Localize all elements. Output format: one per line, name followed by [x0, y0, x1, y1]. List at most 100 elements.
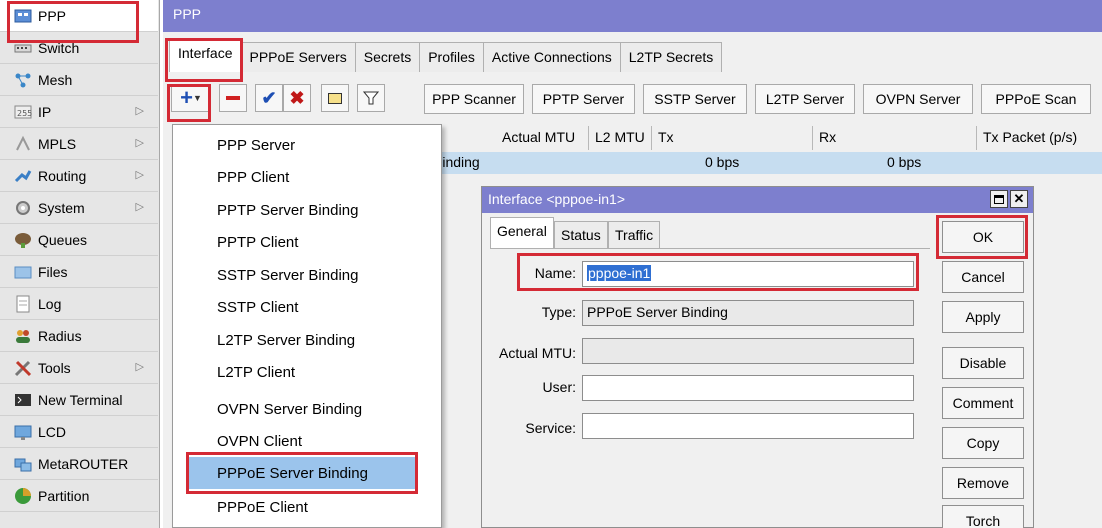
dialog-title-bar: Interface <pppoe-in1> ✕	[482, 187, 1033, 213]
menu-item-pppoe-client[interactable]: PPPoE Client	[173, 491, 441, 523]
partition-icon	[14, 487, 32, 505]
sidebar-item-label: LCD	[38, 423, 67, 440]
comment-button-dialog[interactable]: Comment	[942, 387, 1024, 419]
sidebar-item-metarouter[interactable]: MetaROUTER	[0, 448, 158, 480]
sidebar-item-ip[interactable]: 255 IP ▷	[0, 96, 158, 128]
sidebar-item-label: Tools	[38, 359, 71, 376]
enable-button[interactable]: ✔	[255, 84, 283, 112]
checkmark-icon: ✔	[261, 87, 277, 108]
sidebar-item-log[interactable]: Log	[0, 288, 158, 320]
sidebar-item-system[interactable]: System ▷	[0, 192, 158, 224]
sidebar-item-queues[interactable]: Queues	[0, 224, 158, 256]
menu-item-ovpn-server-binding[interactable]: OVPN Server Binding	[173, 393, 441, 425]
sidebar-item-lcd[interactable]: LCD	[0, 416, 158, 448]
menu-item-ovpn-client[interactable]: OVPN Client	[173, 425, 441, 457]
add-button[interactable]: + ▼	[171, 84, 211, 112]
maximize-icon	[994, 194, 1004, 204]
type-label: Type:	[541, 304, 576, 320]
ip-icon: 255	[14, 103, 32, 121]
mpls-icon	[14, 135, 32, 153]
sidebar-item-label: Routing	[38, 167, 87, 184]
sidebar-item-files[interactable]: Files	[0, 256, 158, 288]
terminal-icon	[14, 391, 32, 409]
dialog-tab-status[interactable]: Status	[554, 221, 608, 249]
menu-item-sstp-server-binding[interactable]: SSTP Server Binding	[173, 259, 441, 291]
tab-active-connections[interactable]: Active Connections	[482, 42, 621, 72]
remove-button-dialog[interactable]: Remove	[942, 467, 1024, 499]
torch-button[interactable]: Torch	[942, 505, 1024, 528]
disable-button-dialog[interactable]: Disable	[942, 347, 1024, 379]
tab-divider	[490, 248, 930, 249]
pppoe-scan-button[interactable]: PPPoE Scan	[981, 84, 1091, 114]
files-icon	[14, 263, 32, 281]
column-header-l2-mtu[interactable]: L2 MTU	[589, 126, 652, 150]
apply-button[interactable]: Apply	[942, 301, 1024, 333]
sidebar-item-switch[interactable]: Switch	[0, 32, 158, 64]
name-field[interactable]: pppoe-in1	[582, 261, 914, 287]
table-row[interactable]: Binding 0 bps 0 bps	[433, 152, 1102, 174]
column-header-tx[interactable]: Tx	[652, 126, 813, 150]
sidebar-item-label: Log	[38, 295, 62, 312]
copy-button[interactable]: Copy	[942, 427, 1024, 459]
column-header-rx[interactable]: Rx	[813, 126, 977, 150]
dialog-tab-traffic[interactable]: Traffic	[608, 221, 661, 249]
sidebar-item-ppp[interactable]: PPP	[0, 0, 158, 32]
filter-button[interactable]	[357, 84, 385, 112]
user-field[interactable]	[582, 375, 914, 401]
comment-button[interactable]	[321, 84, 349, 112]
sidebar-item-mesh[interactable]: Mesh	[0, 64, 158, 96]
dialog-tab-general[interactable]: General	[490, 217, 554, 249]
menu-item-l2tp-server-binding[interactable]: L2TP Server Binding	[173, 324, 441, 356]
sidebar-item-label: New Terminal	[38, 391, 123, 408]
cancel-button[interactable]: Cancel	[942, 261, 1024, 293]
disable-button[interactable]: ✖	[283, 84, 311, 112]
l2tp-server-button[interactable]: L2TP Server	[755, 84, 855, 114]
toolbar: + ▼ ✔ ✖ PPP Scanner PPTP Server SSTP Serv…	[163, 78, 1102, 118]
dialog-title: Interface <pppoe-in1>	[488, 191, 625, 207]
tab-interface[interactable]: Interface	[169, 38, 242, 72]
column-header-tx-packet[interactable]: Tx Packet (p/s)	[977, 126, 1102, 150]
mesh-icon	[14, 71, 32, 89]
sidebar-item-label: Switch	[38, 39, 80, 56]
menu-item-ppp-server[interactable]: PPP Server	[173, 129, 441, 161]
ovpn-server-button[interactable]: OVPN Server	[863, 84, 973, 114]
close-button[interactable]: ✕	[1010, 190, 1028, 208]
tab-l2tp-secrets[interactable]: L2TP Secrets	[619, 42, 723, 72]
sstp-server-button[interactable]: SSTP Server	[643, 84, 747, 114]
menu-item-pppoe-server-binding[interactable]: PPPoE Server Binding	[189, 457, 415, 489]
metarouter-icon	[14, 455, 32, 473]
sidebar-item-label: Files	[38, 263, 68, 280]
dropdown-arrow-icon: ▼	[192, 93, 202, 103]
user-label: User:	[542, 379, 576, 395]
tab-profiles[interactable]: Profiles	[419, 42, 484, 72]
routing-icon	[14, 167, 32, 185]
radius-icon	[14, 327, 32, 345]
tab-secrets[interactable]: Secrets	[354, 42, 421, 72]
pptp-server-button[interactable]: PPTP Server	[532, 84, 635, 114]
tab-pppoe-servers[interactable]: PPPoE Servers	[240, 42, 356, 72]
sidebar-item-routing[interactable]: Routing ▷	[0, 160, 158, 192]
menu-item-ppp-client[interactable]: PPP Client	[173, 161, 441, 193]
menu-item-sstp-client[interactable]: SSTP Client	[173, 291, 441, 323]
minus-icon	[226, 96, 240, 100]
sidebar-item-mpls[interactable]: MPLS ▷	[0, 128, 158, 160]
service-field[interactable]	[582, 413, 914, 439]
window-title-bar: PPP	[163, 0, 1102, 32]
sidebar-item-partition[interactable]: Partition	[0, 480, 158, 512]
sidebar-item-tools[interactable]: Tools ▷	[0, 352, 158, 384]
menu-item-l2tp-client[interactable]: L2TP Client	[173, 356, 441, 388]
maximize-button[interactable]	[990, 190, 1008, 208]
menu-item-pptp-client[interactable]: PPTP Client	[173, 226, 441, 258]
sidebar-item-label: Partition	[38, 487, 90, 504]
ok-button[interactable]: OK	[942, 221, 1024, 253]
sidebar-item-radius[interactable]: Radius	[0, 320, 158, 352]
ppp-scanner-button[interactable]: PPP Scanner	[424, 84, 524, 114]
remove-button[interactable]	[219, 84, 247, 112]
column-header-actual-mtu[interactable]: Actual MTU	[496, 126, 589, 150]
sidebar-item-new-terminal[interactable]: New Terminal	[0, 384, 158, 416]
service-label: Service:	[525, 420, 576, 436]
log-icon	[14, 295, 32, 313]
sidebar-item-label: Queues	[38, 231, 88, 248]
menu-item-pptp-server-binding[interactable]: PPTP Server Binding	[173, 194, 441, 226]
sidebar-item-label: Mesh	[38, 71, 73, 88]
